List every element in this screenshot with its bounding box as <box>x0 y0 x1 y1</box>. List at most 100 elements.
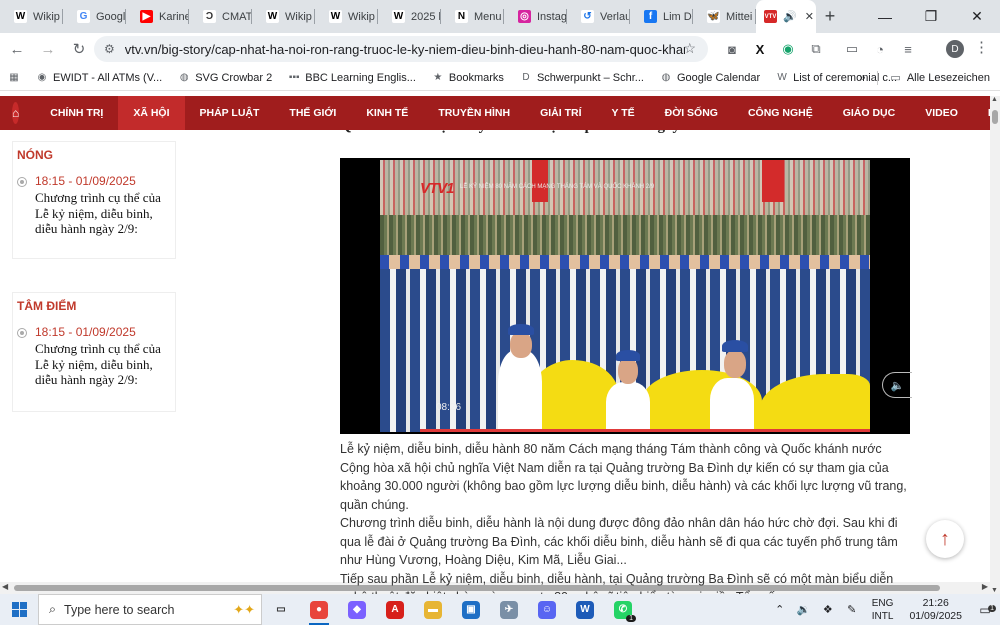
close-window-button[interactable]: ✕ <box>954 0 1000 33</box>
taskbar-app-5[interactable]: ▣ <box>452 594 490 625</box>
app-badge: 1 <box>626 615 636 622</box>
profile-avatar[interactable]: D <box>946 40 964 58</box>
taskbar-app-4[interactable]: ▬ <box>414 594 452 625</box>
bookmark-3[interactable]: ★ Bookmarks <box>424 72 512 84</box>
bookmark-2[interactable]: ▪▪▪ BBC Learning Englis... <box>280 72 424 84</box>
video-caps-row <box>380 255 870 269</box>
language-indicator[interactable]: ENG INTL <box>864 597 902 623</box>
home-icon[interactable]: ⌂ <box>12 102 20 124</box>
tab-6[interactable]: W 2025 l <box>378 0 441 33</box>
bookmark-4[interactable]: D Schwerpunkt – Schr... <box>512 72 652 84</box>
bookmark-5[interactable]: ◍ Google Calendar <box>652 72 768 84</box>
video-player[interactable]: VTV1 LỄ KỶ NIỆM 80 NĂM CÁCH MẠNG THÁNG T… <box>340 158 912 434</box>
nav-item-3[interactable]: THẾ GIỚI <box>274 96 351 130</box>
nav-item-8[interactable]: ĐỜI SỐNG <box>650 96 733 130</box>
pen-icon[interactable]: ✎ <box>840 603 864 616</box>
focus-news-title[interactable]: Chương trình cụ thể của Lễ kỷ niệm, diễu… <box>35 341 169 388</box>
nav-item-7[interactable]: Y TẾ <box>597 96 650 130</box>
nav-item-6[interactable]: GIẢI TRÍ <box>525 96 596 130</box>
clock[interactable]: 21:26 01/09/2025 <box>901 597 970 623</box>
extensions-puzzle-icon[interactable]: ⧉ <box>802 37 830 61</box>
article-paragraph: Chương trình diễu binh, diễu hành là nội… <box>340 516 898 567</box>
taskbar-search[interactable]: ⌕ Type here to search ✦✦ <box>38 594 262 625</box>
taskbar-app-0[interactable]: ▭ <box>262 594 300 625</box>
taskbar-app-2[interactable]: ◆ <box>338 594 376 625</box>
tab-2[interactable]: ▶ Karine <box>126 0 189 33</box>
more-bookmarks-button[interactable]: » <box>859 72 865 84</box>
minimize-button[interactable]: — <box>862 0 908 33</box>
menu-dots-icon[interactable]: ⋮ <box>974 38 989 56</box>
red-flag <box>762 160 784 202</box>
focus-news-item[interactable]: 18:15 - 01/09/2025 Chương trình cụ thể c… <box>17 325 169 388</box>
scroll-right-arrow[interactable]: ▶ <box>982 582 988 591</box>
taskbar-app-6[interactable]: ✈ <box>490 594 528 625</box>
apps-grid-icon[interactable]: ▦ <box>0 72 28 84</box>
hot-news-item[interactable]: 18:15 - 01/09/2025 Chương trình cụ thể c… <box>17 174 169 237</box>
scroll-down-arrow[interactable]: ▼ <box>991 587 998 594</box>
tab-3[interactable]: Ɔ CMAT <box>189 0 252 33</box>
tab-4[interactable]: W Wikip <box>252 0 315 33</box>
nav-item-0[interactable]: CHÍNH TRỊ <box>35 96 118 130</box>
nav-item-1[interactable]: XÃ HỘI <box>118 96 185 130</box>
camera-icon[interactable]: ◙ <box>718 37 746 61</box>
mute-button-icon[interactable]: 🔈 <box>882 372 912 398</box>
video-frame[interactable]: VTV1 LỄ KỶ NIỆM 80 NĂM CÁCH MẠNG THÁNG T… <box>380 160 870 432</box>
nav-item-10[interactable]: GIÁO DỤC <box>828 96 911 130</box>
taskbar-app-7[interactable]: ☺ <box>528 594 566 625</box>
nav-item-9[interactable]: CÔNG NGHỆ <box>733 96 828 130</box>
bookmark-label: EWIDT - All ATMs (V... <box>53 71 163 84</box>
youtube-icon: ▶ <box>140 10 153 23</box>
taskbar-app-8[interactable]: W <box>566 594 604 625</box>
bookmark-star-icon[interactable]: ☆ <box>683 40 696 57</box>
tab-9[interactable]: ↺ Verlau <box>567 0 630 33</box>
taskbar-app-9[interactable]: ✆ 1 <box>604 594 642 625</box>
taskbar-app-3[interactable]: A <box>376 594 414 625</box>
speaker-icon[interactable]: 🔊 <box>783 10 797 23</box>
tab-11[interactable]: 🦋 Mittei <box>693 0 756 33</box>
close-tab-icon[interactable]: ✕ <box>805 10 814 23</box>
nav-item-11[interactable]: VIDEO <box>910 96 973 130</box>
reload-button[interactable]: ↻ <box>65 35 93 63</box>
address-bar[interactable]: ⚙ vtv.vn/big-story/cap-nhat-ha-noi-ron-r… <box>94 36 708 62</box>
hot-news-title[interactable]: Chương trình cụ thể của Lễ kỷ niệm, diễu… <box>35 190 169 237</box>
focus-heading: TÂM ĐIỂM <box>17 299 77 313</box>
scroll-up-arrow[interactable]: ▲ <box>991 96 998 103</box>
vertical-scroll-thumb[interactable] <box>992 110 998 124</box>
tab-5[interactable]: W Wikip <box>315 0 378 33</box>
nav-item-2[interactable]: PHÁP LUẬT <box>185 96 275 130</box>
tab-10[interactable]: f Lim D <box>630 0 693 33</box>
show-hidden-icons[interactable]: ⌃ <box>768 603 792 616</box>
tab-1[interactable]: G Googl <box>63 0 126 33</box>
media-control-icon[interactable]: ≡ <box>894 37 922 61</box>
scroll-left-arrow[interactable]: ◀ <box>2 582 8 591</box>
tab-8[interactable]: ◎ Instag <box>504 0 567 33</box>
video-progress-bar[interactable] <box>420 429 870 432</box>
back-to-top-button[interactable]: ↑ <box>926 520 964 558</box>
bbc-icon: ▪▪▪ <box>288 72 300 83</box>
taskbar-app-1[interactable]: ● <box>300 594 338 625</box>
grammarly-icon[interactable]: ◉ <box>774 37 802 61</box>
site-info-icon[interactable]: ⚙ <box>104 42 115 56</box>
start-button[interactable] <box>0 594 38 625</box>
notification-center-icon[interactable]: ▭ 1 <box>970 603 1000 617</box>
new-tab-button[interactable]: + <box>816 0 844 33</box>
vertical-scrollbar[interactable]: ▲ ▼ <box>990 96 1000 594</box>
all-bookmarks-link[interactable]: Alle Lesezeichen <box>907 72 990 84</box>
restore-button[interactable]: ❐ <box>908 0 954 33</box>
vtv-icon: VTV <box>764 10 777 23</box>
tab-7[interactable]: N Menu <box>441 0 504 33</box>
forward-button[interactable]: → <box>34 35 62 63</box>
performance-icon[interactable]: ◔ <box>866 37 894 61</box>
bookmark-0[interactable]: ◉ EWIDT - All ATMs (V... <box>28 72 170 84</box>
nav-item-5[interactable]: TRUYỀN HÌNH <box>423 96 525 130</box>
x-extension-icon[interactable]: X <box>746 37 774 61</box>
dropbox-icon[interactable]: ❖ <box>816 603 840 616</box>
back-button[interactable]: ← <box>3 35 31 63</box>
nav-item-4[interactable]: KINH TẾ <box>351 96 423 130</box>
bookmark-1[interactable]: ◍ SVG Crowbar 2 <box>170 72 280 84</box>
cast-icon[interactable]: ▭ <box>838 37 866 61</box>
tab-0[interactable]: W Wikip <box>0 0 63 33</box>
volume-icon[interactable]: 🔉 <box>792 603 816 616</box>
url-text[interactable]: vtv.vn/big-story/cap-nhat-ha-noi-ron-ran… <box>125 42 685 57</box>
tab-active-vtv[interactable]: VTV 🔊 ✕ <box>756 0 816 33</box>
